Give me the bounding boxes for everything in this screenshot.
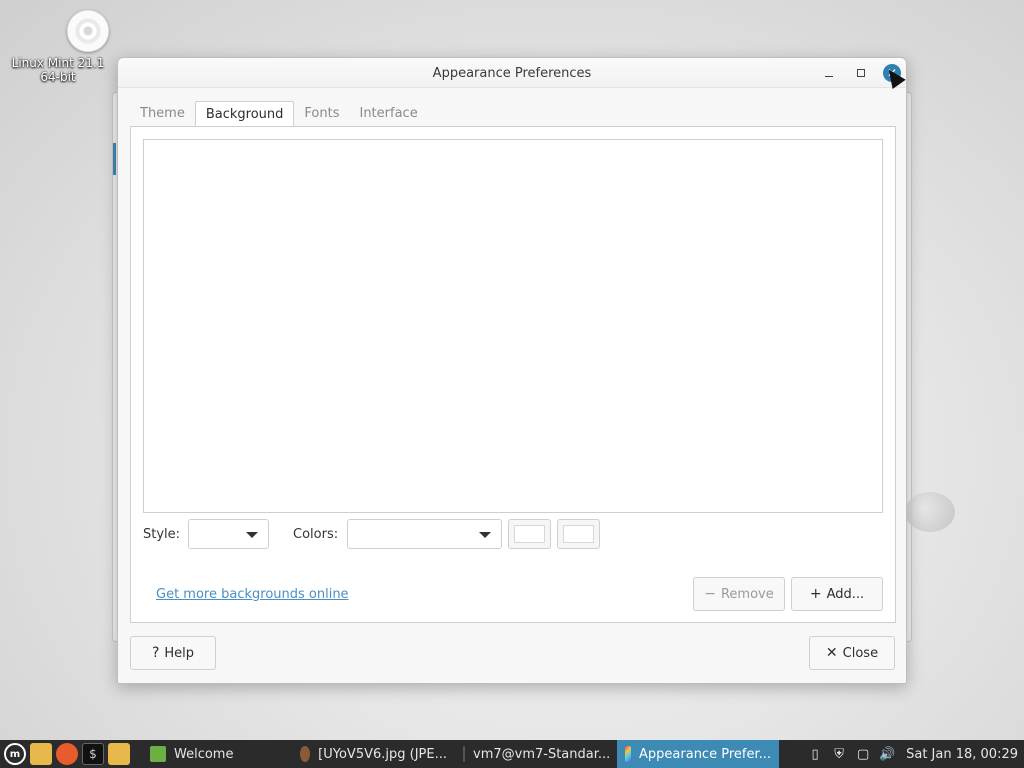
close-icon: ✕ — [825, 645, 838, 661]
maximize-button[interactable] — [851, 63, 871, 83]
mint-welcome-icon — [150, 746, 166, 762]
colors-label: Colors: — [293, 527, 339, 542]
clipboard-icon[interactable]: ▯ — [806, 745, 824, 763]
primary-color-button[interactable] — [508, 519, 551, 549]
minimize-icon — [825, 76, 833, 77]
secondary-color-button[interactable] — [557, 519, 600, 549]
background-tab-panel: Style: Colors: Get more backgrounds onli… — [130, 126, 896, 623]
terminal-launcher-icon[interactable]: $ — [82, 743, 104, 765]
add-button-label: Add... — [826, 586, 865, 602]
add-button[interactable]: + Add... — [791, 577, 883, 611]
appearance-icon — [625, 746, 632, 762]
image-viewer-icon — [300, 746, 311, 762]
desktop-icon-label: Linux Mint 21.1 64-bit — [0, 56, 126, 84]
display-icon[interactable]: ▢ — [854, 745, 872, 763]
task-label: [UYoV5V6.jpg (JPE... — [318, 746, 447, 762]
mint-menu-button[interactable]: m — [4, 743, 26, 765]
tab-theme[interactable]: Theme — [130, 101, 195, 127]
task-terminal[interactable]: vm7@vm7-Standar... — [455, 740, 617, 768]
style-label: Style: — [143, 527, 181, 542]
secondary-color-swatch — [563, 525, 594, 543]
task-image-viewer[interactable]: [UYoV5V6.jpg (JPE... — [292, 740, 455, 768]
background-window-accent — [113, 143, 116, 175]
close-button-label: Close — [842, 645, 879, 661]
firefox-launcher-icon[interactable] — [56, 743, 78, 765]
wallpaper-shape — [905, 492, 955, 532]
task-label: Welcome — [174, 746, 234, 762]
shield-icon[interactable]: ⛨ — [830, 745, 848, 763]
help-button-label: Help — [164, 645, 195, 661]
close-button[interactable]: ✕ Close — [809, 636, 895, 670]
help-icon: ? — [151, 645, 160, 661]
colors-dropdown[interactable] — [347, 519, 502, 549]
style-dropdown[interactable] — [188, 519, 269, 549]
tab-interface[interactable]: Interface — [349, 101, 427, 127]
primary-color-swatch — [514, 525, 545, 543]
help-button[interactable]: ? Help — [130, 636, 216, 670]
get-more-backgrounds-link[interactable]: Get more backgrounds online — [156, 587, 349, 602]
tab-fonts[interactable]: Fonts — [294, 101, 349, 127]
background-list[interactable] — [143, 139, 883, 513]
titlebar[interactable]: Appearance Preferences ✕ — [118, 58, 906, 88]
minimize-button[interactable] — [819, 63, 839, 83]
plus-icon: + — [809, 586, 822, 602]
volume-icon[interactable]: 🔊 — [878, 745, 896, 763]
desktop-icon-label-line1: Linux Mint 21.1 — [11, 56, 105, 70]
task-welcome[interactable]: Welcome — [142, 740, 292, 768]
remove-button[interactable]: − Remove — [693, 577, 785, 611]
terminal-icon — [463, 746, 465, 762]
chevron-down-icon — [246, 532, 258, 538]
task-appearance[interactable]: Appearance Prefer... — [617, 740, 779, 768]
window-title: Appearance Preferences — [432, 66, 592, 81]
taskbar: m $ Welcome [UYoV5V6.jpg (JPE... vm7@vm7… — [0, 740, 1024, 768]
remove-button-label: Remove — [720, 586, 774, 602]
tab-bar: Theme Background Fonts Interface — [130, 101, 428, 127]
chevron-down-icon — [479, 532, 491, 538]
mint-logo-icon: m — [9, 748, 21, 760]
files-launcher-icon[interactable] — [30, 743, 52, 765]
system-tray: ▯ ⛨ ▢ 🔊 Sat Jan 18, 00:29 — [806, 740, 1024, 768]
tab-background[interactable]: Background — [194, 101, 295, 127]
appearance-preferences-dialog: Appearance Preferences ✕ Theme Backgroun… — [117, 57, 907, 684]
task-label: vm7@vm7-Standar... — [473, 746, 611, 762]
clock[interactable]: Sat Jan 18, 00:29 — [906, 747, 1018, 762]
folder-launcher-icon[interactable] — [108, 743, 130, 765]
maximize-icon — [857, 69, 865, 77]
desktop-icon-label-line2: 64-bit — [40, 70, 76, 84]
minus-icon: − — [704, 586, 716, 602]
task-label: Appearance Prefer... — [639, 746, 771, 762]
disc-icon — [67, 10, 109, 52]
